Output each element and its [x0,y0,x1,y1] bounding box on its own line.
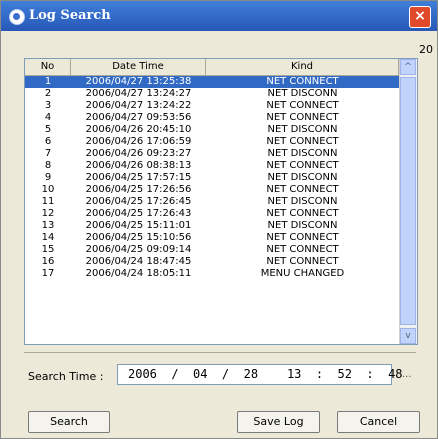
cell-datetime: 2006/04/24 18:47:45 [85,256,192,267]
cell-datetime: 2006/04/26 09:23:27 [85,148,192,159]
cell-datetime: 2006/04/27 13:24:22 [85,100,192,111]
cell-kind: NET CONNECT [266,136,339,147]
column-header-no[interactable]: No [25,59,71,75]
table-row[interactable]: 1 2006/04/27 13:25:38 NET CONNECT [25,76,399,88]
cell-datetime: 2006/04/25 17:26:56 [85,184,192,195]
cell-datetime: 2006/04/25 15:11:01 [85,220,192,231]
cell-no: 8 [44,160,52,171]
cell-no: 14 [41,232,55,243]
table-row[interactable]: 14 2006/04/25 15:10:56 NET CONNECT [25,232,399,244]
cell-datetime: 2006/04/27 13:25:38 [85,76,192,87]
cell-datetime: 2006/04/27 09:53:56 [85,112,192,123]
cell-no: 17 [41,268,55,279]
table-row[interactable]: 10 2006/04/25 17:26:56 NET CONNECT [25,184,399,196]
datetime-picker-button[interactable]: ... [402,369,412,380]
cell-kind: NET CONNECT [266,256,339,267]
cell-kind: NET DISCONN [267,124,338,135]
close-icon[interactable]: × [409,6,431,28]
cell-no: 1 [44,76,52,87]
cell-datetime: 2006/04/26 08:38:13 [85,160,192,171]
cell-datetime: 2006/04/24 18:05:11 [85,268,192,279]
cell-kind: NET CONNECT [266,160,339,171]
vertical-scrollbar[interactable]: ^ v [399,59,417,344]
table-header: No Date Time Kind [25,59,399,76]
log-search-dialog: Log Search × 20 No Date Time Kind 1 2006/… [0,0,438,439]
cell-kind: MENU CHANGED [260,268,345,279]
cell-no: 6 [44,136,52,147]
cell-no: 7 [44,148,52,159]
cell-kind: NET DISCONN [267,148,338,159]
table-row[interactable]: 15 2006/04/25 09:09:14 NET CONNECT [25,244,399,256]
cell-kind: NET CONNECT [266,244,339,255]
search-button[interactable]: Search [28,411,110,433]
table-row[interactable]: 5 2006/04/26 20:45:10 NET DISCONN [25,124,399,136]
scroll-thumb[interactable] [400,77,416,325]
table-row[interactable]: 11 2006/04/25 17:26:45 NET DISCONN [25,196,399,208]
cell-no: 2 [44,88,52,99]
table-row[interactable]: 12 2006/04/25 17:26:43 NET CONNECT [25,208,399,220]
table-row[interactable]: 9 2006/04/25 17:57:15 NET DISCONN [25,172,399,184]
cell-kind: NET DISCONN [267,220,338,231]
cell-kind: NET DISCONN [267,172,338,183]
cell-kind: NET CONNECT [266,208,339,219]
cell-datetime: 2006/04/25 17:57:15 [85,172,192,183]
save-log-button[interactable]: Save Log [237,411,320,433]
log-table[interactable]: No Date Time Kind 1 2006/04/27 13:25:38 NE… [24,58,418,345]
cell-kind: NET CONNECT [266,184,339,195]
cell-no: 15 [41,244,55,255]
cell-no: 11 [41,196,55,207]
table-row[interactable]: 3 2006/04/27 13:24:22 NET CONNECT [25,100,399,112]
window-title: Log Search [29,8,111,23]
cell-kind: NET CONNECT [266,100,339,111]
cell-kind: NET CONNECT [266,232,339,243]
search-time-label: Search Time : [28,370,104,383]
table-body: 1 2006/04/27 13:25:38 NET CONNECT 2 2006/04/… [25,76,399,280]
table-row[interactable]: 7 2006/04/26 09:23:27 NET DISCONN [25,148,399,160]
cancel-button[interactable]: Cancel [337,411,420,433]
cell-kind: NET CONNECT [266,76,339,87]
column-header-kind[interactable]: Kind [206,59,399,75]
cell-no: 13 [41,220,55,231]
table-row[interactable]: 16 2006/04/24 18:47:45 NET CONNECT [25,256,399,268]
record-count: 20 [419,43,433,56]
table-row[interactable]: 2 2006/04/27 13:24:27 NET DISCONN [25,88,399,100]
cell-kind: NET DISCONN [267,88,338,99]
cell-no: 3 [44,100,52,111]
search-time-input[interactable]: 2006 / 04 / 28 13 : 52 : 48 [117,364,403,385]
cell-kind: NET CONNECT [266,112,339,123]
table-row[interactable]: 6 2006/04/26 17:06:59 NET CONNECT [25,136,399,148]
cell-datetime: 2006/04/25 15:10:56 [85,232,192,243]
cell-no: 10 [41,184,55,195]
app-icon [9,9,25,25]
cell-datetime: 2006/04/25 17:26:45 [85,196,192,207]
cell-no: 16 [41,256,55,267]
table-row[interactable]: 8 2006/04/26 08:38:13 NET CONNECT [25,160,399,172]
cell-datetime: 2006/04/27 13:24:27 [85,88,192,99]
cell-no: 4 [44,112,52,123]
table-row[interactable]: 17 2006/04/24 18:05:11 MENU CHANGED [25,268,399,280]
cell-no: 5 [44,124,52,135]
divider [24,352,416,353]
table-row[interactable]: 4 2006/04/27 09:53:56 NET CONNECT [25,112,399,124]
table-row[interactable]: 13 2006/04/25 15:11:01 NET DISCONN [25,220,399,232]
cell-no: 9 [44,172,52,183]
title-bar[interactable]: Log Search × [1,1,437,31]
cell-no: 12 [41,208,55,219]
scroll-down-icon[interactable]: v [400,328,416,344]
cell-datetime: 2006/04/26 20:45:10 [85,124,192,135]
cell-kind: NET DISCONN [267,196,338,207]
cell-datetime: 2006/04/26 17:06:59 [85,136,192,147]
scroll-up-icon[interactable]: ^ [400,59,416,75]
column-header-datetime[interactable]: Date Time [71,59,206,75]
cell-datetime: 2006/04/25 09:09:14 [85,244,192,255]
cell-datetime: 2006/04/25 17:26:43 [85,208,192,219]
